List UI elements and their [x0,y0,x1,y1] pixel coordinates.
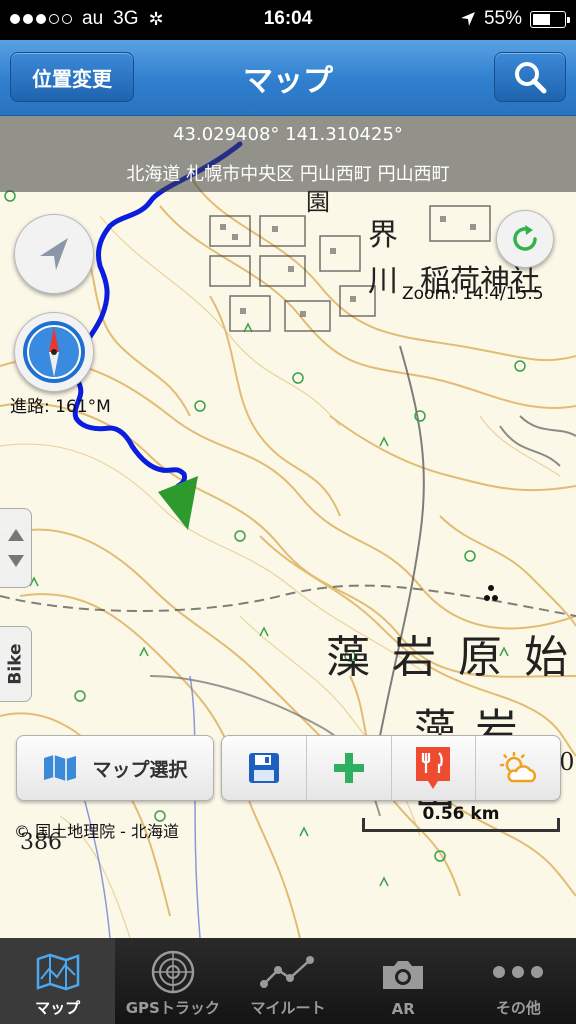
save-button[interactable] [222,736,307,800]
nav-bar: 位置変更 マップ [0,40,576,116]
page-title: マップ [243,64,333,99]
tab-bar: マップ GPSトラック マイルート AR その他 [0,938,576,1024]
search-button[interactable] [494,52,566,102]
map-icon [44,755,77,781]
refresh-button[interactable] [496,210,554,268]
map-select-label: マップ選択 [92,758,188,781]
coordinate-bar: 43.029408° 141.310425° 北海道 札幌市中央区 円山西町 円… [0,116,576,192]
compass-button[interactable] [14,312,94,392]
camera-icon [383,961,424,989]
restaurant-icon [416,747,451,789]
location-arrow-icon [40,238,68,270]
coordinates-label: 43.029408° 141.310425° [173,124,403,145]
zoom-label: Zoom: 14.4/15.5 [402,284,544,304]
add-icon [333,753,364,783]
add-button[interactable] [307,736,392,800]
tab-map[interactable]: マップ [0,938,116,1024]
location-arrow-icon [460,12,475,26]
compass-icon [23,321,85,383]
topographic-map[interactable]: 藻 岩 原 始 藻 岩 山 30 386 界 川 稲荷神社 園 43.02940… [0,116,576,938]
address-label: 北海道 札幌市中央区 円山西町 円山西町 [126,164,450,185]
map-kanji-kai: 界 [368,218,398,253]
attribution-label: © 国土地理院 - 北海道 [14,822,180,841]
restaurant-button[interactable] [392,736,477,800]
status-bar: au 3G ✲ 16:04 55% [0,0,576,40]
refresh-icon [513,225,537,251]
tab-ar-label: AR [391,1000,415,1018]
place-label-moiwa-genshi: 藻 岩 原 始 [326,632,572,683]
layer-scroll-tab[interactable] [0,508,32,588]
tab-my-route-label: マイルート [250,999,326,1017]
action-toolbar [221,735,561,801]
battery-icon [530,10,570,28]
bike-mode-tab[interactable]: Bike [0,626,32,702]
radar-icon [151,950,195,994]
more-icon [493,966,544,978]
map-icon [36,953,79,991]
route-icon [260,956,314,988]
scale-bar: 0.56 km [362,802,560,838]
search-icon [515,62,547,94]
map-kanji-kawa: 川 [368,264,398,299]
up-down-arrows-icon [7,529,24,567]
weather-button[interactable] [476,736,560,800]
locate-button[interactable] [14,214,94,294]
tab-gps-track-label: GPSトラック [125,999,220,1017]
tab-gps-track[interactable]: GPSトラック [115,938,230,1024]
bike-tab-label: Bike [5,643,26,685]
scale-label: 0.56 km [422,804,500,824]
tab-ar[interactable]: AR [346,938,461,1024]
tab-map-label: マップ [35,999,81,1017]
tab-more-label: その他 [495,999,541,1017]
battery-percent: 55% [483,8,522,29]
tab-my-route[interactable]: マイルート [230,938,345,1024]
tab-more[interactable]: その他 [461,938,576,1024]
save-icon [248,753,279,783]
map-select-button[interactable]: マップ選択 [16,735,214,801]
heading-label: 進路: 161°M [10,397,111,417]
weather-icon [499,751,537,783]
